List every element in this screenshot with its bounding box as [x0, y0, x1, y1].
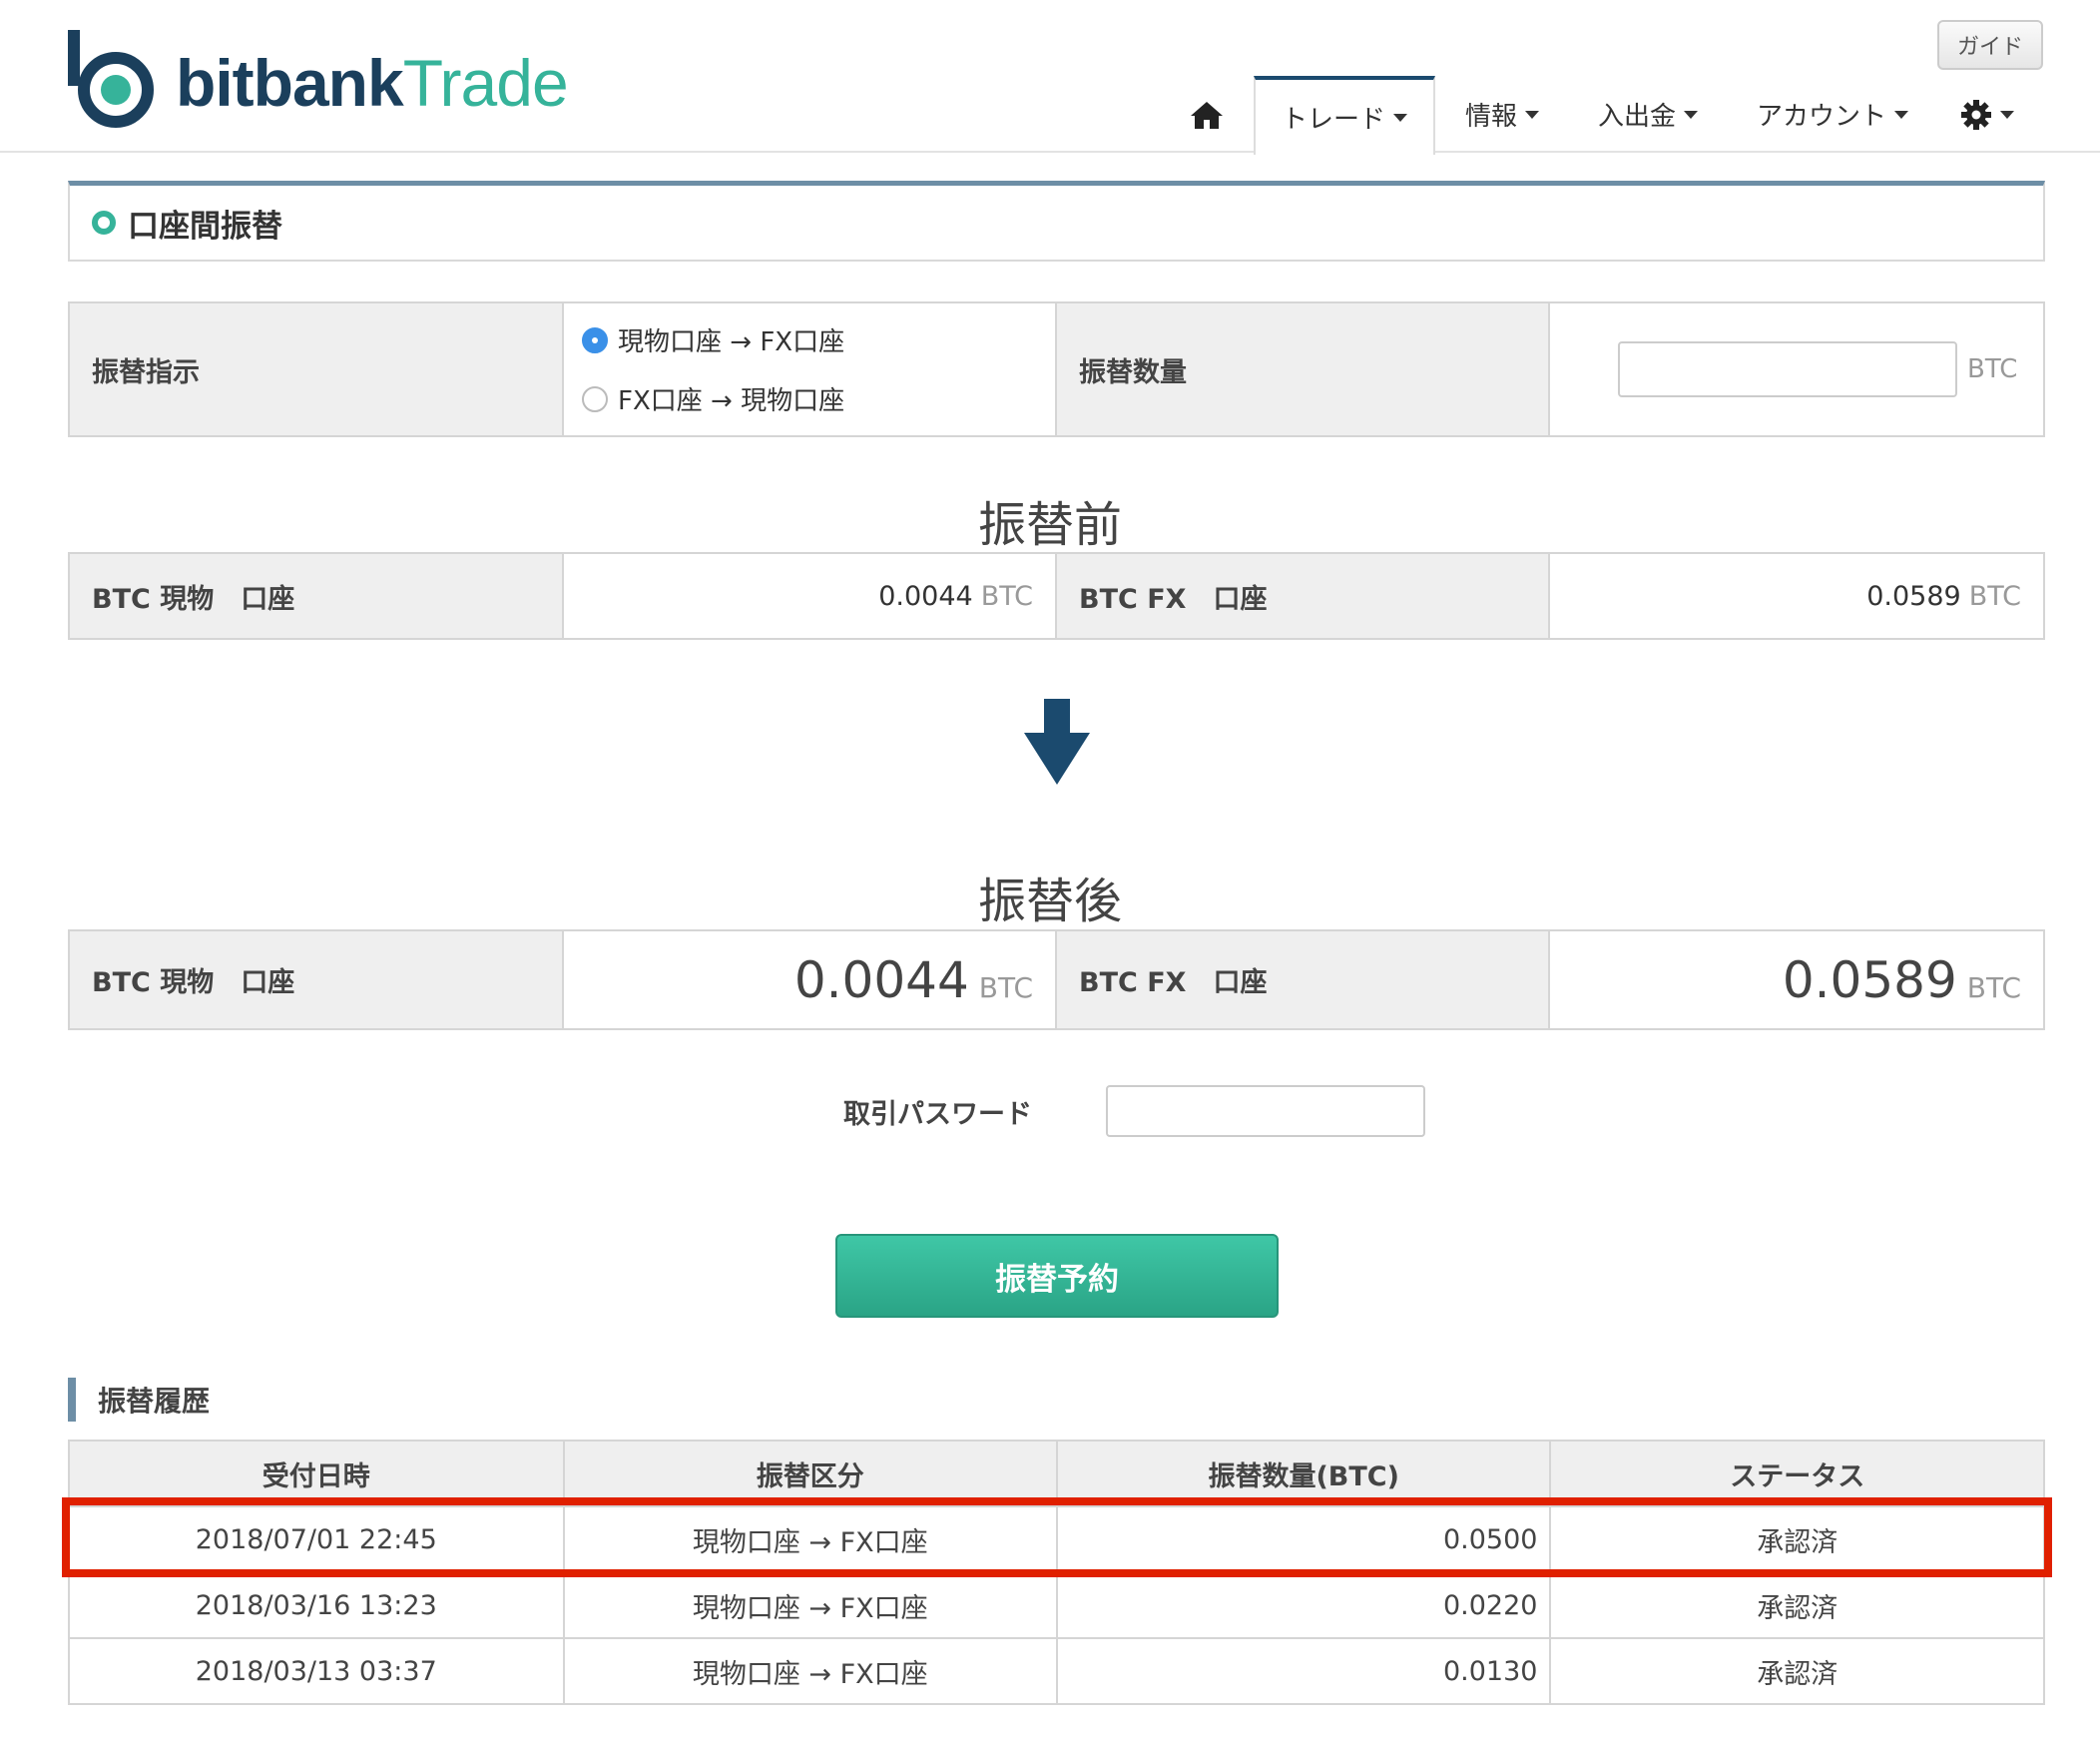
radio-fx-to-spot[interactable]: FX口座 → 現物口座 — [582, 380, 844, 417]
before-fx-unit: BTC — [1968, 580, 2021, 612]
table-row: 2018/03/13 03:37 現物口座 → FX口座 0.0130 承認済 — [68, 1637, 2045, 1705]
direction-radio-group: 現物口座 → FX口座 FX口座 → 現物口座 — [564, 303, 1057, 435]
page-title: 口座間振替 — [128, 208, 282, 245]
before-balances-row: BTC 現物 口座 0.0044 BTC BTC FX 口座 0.0589 BTC — [68, 552, 2045, 640]
after-spot-value-cell: 0.0044 BTC — [564, 931, 1057, 1028]
arrow-down-icon — [1024, 699, 1090, 785]
after-balances-row: BTC 現物 口座 0.0044 BTC BTC FX 口座 0.0589 BTC — [68, 929, 2045, 1030]
before-spot-value-cell: 0.0044 BTC — [564, 554, 1057, 638]
chevron-down-icon — [2000, 110, 2014, 119]
transfer-form-row: 振替指示 現物口座 → FX口座 FX口座 → 現物口座 振替数量 BTC — [68, 301, 2045, 437]
brand-wordmark[interactable]: bitbankTrade — [176, 42, 569, 124]
after-fx-unit: BTC — [1966, 971, 2021, 1004]
row-date: 2018/03/16 13:23 — [68, 1571, 565, 1639]
after-fx-value-cell: 0.0589 BTC — [1550, 931, 2043, 1028]
password-label: 取引パスワード — [843, 1099, 1032, 1130]
before-fx-value-cell: 0.0589 BTC — [1550, 554, 2043, 638]
radio-spot-to-fx-label: 現物口座 → FX口座 — [618, 327, 845, 357]
chevron-down-icon — [1894, 110, 1908, 119]
row-status: 承認済 — [1549, 1571, 2045, 1639]
direction-label: 振替指示 — [70, 303, 564, 435]
nav-account-label: アカウント — [1756, 102, 1886, 132]
before-heading: 振替前 — [977, 497, 1122, 553]
highlight-box — [62, 1497, 2052, 1577]
after-spot-unit: BTC — [978, 971, 1033, 1004]
after-spot-label: BTC 現物 口座 — [70, 931, 564, 1028]
radio-fx-to-spot-label: FX口座 → 現物口座 — [618, 386, 845, 416]
radio-unselected-icon[interactable] — [582, 385, 608, 412]
before-spot-value: 0.0044 — [878, 580, 973, 612]
chevron-down-icon — [1684, 110, 1698, 119]
row-type: 現物口座 → FX口座 — [562, 1637, 1058, 1705]
password-input[interactable] — [1106, 1085, 1425, 1137]
nav-trade[interactable]: トレード — [1254, 76, 1435, 155]
brand-name-light: Trade — [402, 46, 569, 120]
amount-cell: BTC — [1550, 303, 2043, 435]
before-spot-label: BTC 現物 口座 — [70, 554, 564, 638]
amount-label: 振替数量 — [1057, 303, 1550, 435]
chevron-down-icon — [1393, 113, 1407, 122]
amount-input[interactable] — [1618, 341, 1957, 397]
page-title-panel: 口座間振替 — [68, 181, 2045, 262]
title-ring-icon — [92, 211, 116, 235]
row-amount: 0.0220 — [1055, 1571, 1552, 1639]
after-heading: 振替後 — [977, 873, 1122, 929]
row-date: 2018/03/13 03:37 — [68, 1637, 565, 1705]
brand-name-bold: bitbank — [176, 46, 404, 120]
nav-trade-label: トレード — [1281, 105, 1385, 135]
nav-home[interactable] — [1174, 76, 1240, 153]
bitbank-logo-icon[interactable] — [68, 30, 154, 130]
nav-info-label: 情報 — [1464, 102, 1517, 132]
after-fx-label: BTC FX 口座 — [1057, 931, 1550, 1028]
row-status: 承認済 — [1549, 1637, 2045, 1705]
guide-button[interactable]: ガイド — [1937, 20, 2043, 70]
row-type: 現物口座 → FX口座 — [562, 1571, 1058, 1639]
history-heading: 振替履歴 — [68, 1378, 210, 1422]
top-header: bitbankTrade ガイド トレード 情報 入出金 アカウント — [0, 0, 2100, 155]
home-icon — [1191, 101, 1223, 129]
radio-selected-icon[interactable] — [582, 326, 608, 353]
row-amount: 0.0130 — [1055, 1637, 1552, 1705]
nav-settings[interactable] — [1952, 76, 2022, 153]
table-row: 2018/03/16 13:23 現物口座 → FX口座 0.0220 承認済 — [68, 1571, 2045, 1639]
nav-deposit-label: 入出金 — [1597, 102, 1676, 132]
before-spot-unit: BTC — [980, 580, 1033, 612]
amount-unit: BTC — [1967, 354, 2018, 384]
gear-icon — [1961, 99, 1991, 130]
after-fx-value: 0.0589 — [1782, 950, 1957, 1009]
radio-spot-to-fx[interactable]: 現物口座 → FX口座 — [582, 321, 844, 358]
nav-account[interactable]: アカウント — [1743, 76, 1922, 153]
before-fx-label: BTC FX 口座 — [1057, 554, 1550, 638]
nav-info[interactable]: 情報 — [1447, 76, 1557, 153]
after-spot-value: 0.0044 — [793, 950, 969, 1009]
before-fx-value: 0.0589 — [1866, 580, 1961, 612]
nav-deposit[interactable]: 入出金 — [1583, 76, 1713, 153]
transfer-submit-button[interactable]: 振替予約 — [835, 1234, 1279, 1318]
chevron-down-icon — [1525, 110, 1539, 119]
